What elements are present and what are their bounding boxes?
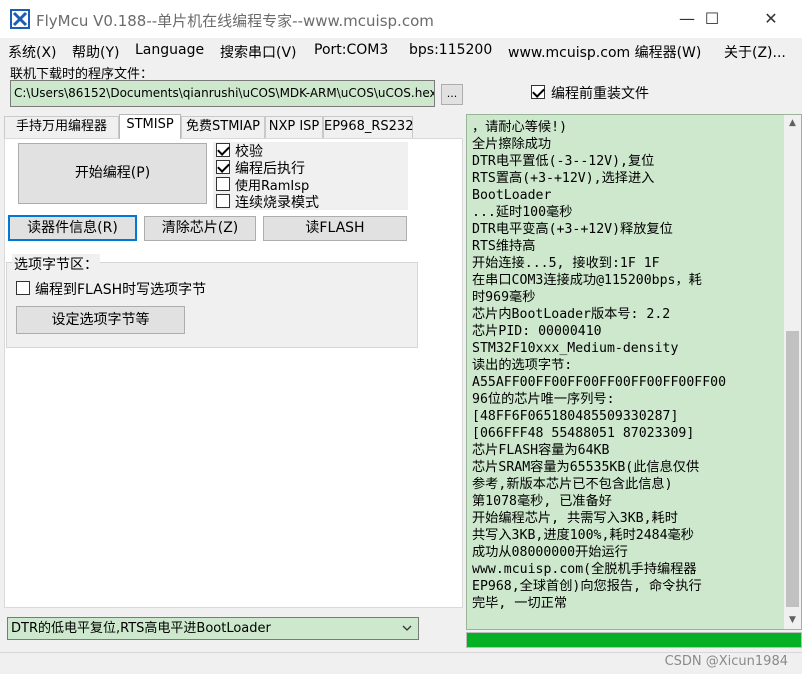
log-output[interactable]: ，请耐心等候!) 全片擦除成功 DTR电平置低(-3--12V),复位 RTS置高(+…: [466, 114, 802, 630]
write-option-bytes-checkbox[interactable]: [16, 281, 30, 295]
log-line: 共写入3KB,进度100%,耗时2484毫秒: [472, 528, 694, 543]
title-bar: FlyMcu V0.188--单片机在线编程专家--www.mcuisp.com…: [0, 0, 802, 38]
log-line: 读出的选项字节:: [472, 358, 573, 373]
use-ramisp-checkbox[interactable]: [216, 177, 230, 191]
csdn-watermark: CSDN @Xicun1984: [664, 654, 788, 669]
write-option-bytes-label: 编程到FLASH时写选项字节: [35, 282, 207, 298]
log-line: DTR电平变高(+3-+12V)释放复位: [472, 222, 673, 237]
maximize-button[interactable]: ☐: [689, 0, 735, 38]
tab-free-stmiap[interactable]: 免费STMIAP: [181, 116, 265, 138]
set-option-bytes-button[interactable]: 设定选项字节等: [16, 306, 185, 334]
programming-progress-bar: [466, 632, 802, 648]
menu-help[interactable]: 帮助(Y): [72, 42, 119, 62]
close-button[interactable]: ✕: [748, 0, 794, 38]
read-device-info-button[interactable]: 读器件信息(R): [8, 215, 137, 241]
log-line: EP968,全球首创)向您报告, 命令执行: [472, 579, 702, 594]
window-title: FlyMcu V0.188--单片机在线编程专家--www.mcuisp.com: [36, 12, 434, 30]
scroll-up-icon[interactable]: ▲: [784, 115, 801, 132]
log-line: 在串口COM3连接成功@115200bps，耗: [472, 273, 702, 288]
chevron-down-icon: [402, 625, 412, 631]
log-scrollbar[interactable]: ▲ ▼: [784, 115, 801, 629]
menu-programmer[interactable]: www.mcuisp.com 编程器(W): [508, 42, 701, 62]
log-line: www.mcuisp.com(全脱机手持编程器: [472, 562, 697, 577]
read-flash-button[interactable]: 读FLASH: [263, 216, 407, 241]
menu-baud-rate[interactable]: bps:115200: [409, 42, 492, 58]
continuous-burn-label: 连续烧录模式: [235, 195, 319, 211]
log-line: 全片擦除成功: [472, 137, 552, 152]
log-line: 开始编程芯片, 共需写入3KB,耗时: [472, 511, 678, 526]
log-line: DTR电平置低(-3--12V),复位: [472, 154, 655, 169]
log-line: 参考,新版本芯片已不包含此信息): [472, 477, 673, 492]
menu-bar: 系统(X) 帮助(Y) Language 搜索串口(V) Port:COM3 b…: [0, 38, 802, 62]
program-file-path-input[interactable]: C:\Users\86152\Documents\qianrushi\uCOS\…: [10, 80, 435, 107]
reload-before-program-label: 编程前重装文件: [551, 86, 649, 102]
tab-handheld-programmer[interactable]: 手持万用编程器: [4, 116, 119, 138]
log-line: 时969毫秒: [472, 290, 536, 305]
log-line: RTS置高(+3-+12V),选择进入: [472, 171, 655, 186]
log-line: STM32F10xxx_Medium-density: [472, 341, 679, 356]
flymcu-app-icon: [10, 9, 30, 29]
log-line: 芯片PID: 00000410: [472, 324, 602, 339]
log-line: [066FFF48 55488051 87023309]: [472, 426, 695, 441]
boot-mode-selected-value: DTR的低电平复位,RTS高电平进BootLoader: [11, 621, 271, 636]
log-line: A55AFF00FF00FF00FF00FF00FF00FF00: [472, 375, 727, 390]
progress-fill: [467, 633, 801, 647]
log-line: 96位的芯片唯一序列号:: [472, 392, 615, 407]
erase-chip-button[interactable]: 清除芯片(Z): [144, 216, 256, 241]
log-scroll-thumb[interactable]: [786, 331, 799, 607]
option-bytes-group: [6, 262, 418, 348]
status-bar: CSDN @Xicun1984: [0, 652, 802, 674]
menu-port[interactable]: Port:COM3: [314, 42, 388, 58]
log-line: RTS维持高: [472, 239, 536, 254]
log-line: 开始连接...5, 接收到:1F 1F: [472, 256, 660, 271]
continuous-burn-checkbox[interactable]: [216, 194, 230, 208]
start-programming-button[interactable]: 开始编程(P): [18, 143, 207, 204]
tab-ep968-rs232[interactable]: EP968_RS232: [323, 116, 413, 138]
log-line: ...延时100毫秒: [472, 205, 573, 220]
menu-search-port[interactable]: 搜索串口(V): [220, 42, 297, 62]
log-line: [48FF6F065180485509330287]: [472, 409, 679, 424]
menu-about[interactable]: 关于(Z)...: [724, 42, 786, 62]
menu-system[interactable]: 系统(X): [8, 42, 57, 62]
log-line: 成功从08000000开始运行: [472, 545, 628, 560]
log-line: 芯片SRAM容量为65535KB(此信息仅供: [472, 460, 700, 475]
browse-file-button[interactable]: ...: [441, 84, 463, 105]
log-line: 第1078毫秒, 已准备好: [472, 494, 612, 509]
run-after-program-checkbox[interactable]: [216, 160, 230, 174]
log-lines: ，请耐心等候!) 全片擦除成功 DTR电平置低(-3--12V),复位 RTS置高(+…: [472, 119, 782, 612]
log-line: 完毕, 一切正常: [472, 596, 568, 611]
log-line: 芯片FLASH容量为64KB: [472, 443, 610, 458]
option-bytes-title: 选项字节区：: [12, 254, 100, 274]
tab-stmisp[interactable]: STMISP: [119, 114, 181, 139]
log-line: BootLoader: [472, 188, 552, 203]
log-line: ，请耐心等候!): [472, 120, 568, 135]
menu-language[interactable]: Language: [135, 42, 204, 58]
boot-mode-select[interactable]: DTR的低电平复位,RTS高电平进BootLoader: [7, 617, 419, 640]
tab-nxp-isp[interactable]: NXP ISP: [265, 116, 323, 138]
reload-before-program-checkbox[interactable]: [531, 85, 545, 99]
scroll-down-icon[interactable]: ▼: [784, 612, 801, 629]
verify-checkbox[interactable]: [216, 143, 230, 157]
log-line: 芯片内BootLoader版本号: 2.2: [472, 307, 671, 322]
